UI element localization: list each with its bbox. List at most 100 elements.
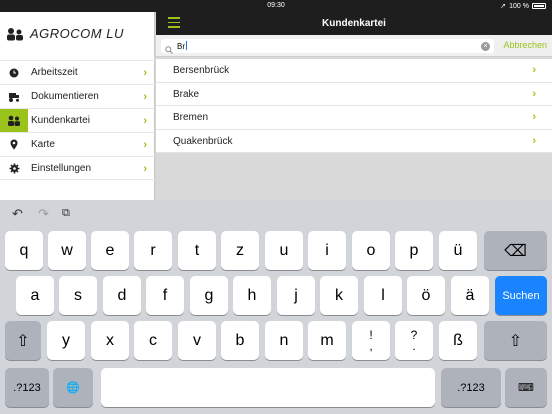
sidebar-item-arbeitszeit[interactable]: Arbeitszeit › bbox=[0, 60, 155, 84]
logo-icon bbox=[6, 27, 24, 41]
search-input[interactable]: Br × bbox=[161, 39, 494, 54]
key-z[interactable]: z bbox=[221, 231, 259, 270]
sidebar-item-label: Karte bbox=[31, 139, 55, 150]
key-oe[interactable]: ö bbox=[407, 276, 445, 315]
key-w[interactable]: w bbox=[48, 231, 86, 270]
chevron-right-icon: › bbox=[143, 163, 147, 175]
search-value: Br bbox=[177, 42, 185, 51]
key-m[interactable]: m bbox=[308, 321, 346, 360]
chevron-right-icon: › bbox=[143, 91, 147, 103]
status-right: ➚ 100 % bbox=[500, 2, 546, 10]
list-item[interactable]: Bersenbrück › bbox=[156, 59, 552, 83]
shift-key-right[interactable]: ⇧ bbox=[484, 321, 547, 360]
key-eszett[interactable]: ß bbox=[439, 321, 477, 360]
clear-search-icon[interactable]: × bbox=[481, 41, 490, 51]
key-stack: !, bbox=[369, 329, 372, 352]
undo-icon[interactable]: ↶ bbox=[12, 206, 23, 222]
app-root: 09:30 ➚ 100 % AGROCOM LU Arbeitszeit › D… bbox=[0, 0, 552, 414]
key-c[interactable]: c bbox=[134, 321, 172, 360]
logo-text: AGROCOM LU bbox=[30, 26, 124, 41]
key-f[interactable]: f bbox=[146, 276, 184, 315]
location-icon: ➚ bbox=[500, 3, 507, 10]
key-n[interactable]: n bbox=[265, 321, 303, 360]
results-list: Bersenbrück › Brake › Bremen › Quakenbrü… bbox=[156, 59, 552, 153]
status-bar: 09:30 ➚ 100 % bbox=[0, 0, 552, 12]
navbar: Kundenkartei bbox=[156, 12, 552, 35]
list-item[interactable]: Quakenbrück › bbox=[156, 129, 552, 153]
battery-icon bbox=[532, 3, 546, 9]
cancel-button[interactable]: Abbrechen bbox=[503, 40, 547, 50]
search-key[interactable]: Suchen bbox=[495, 276, 547, 315]
key-l[interactable]: l bbox=[364, 276, 402, 315]
numbers-key-right[interactable]: .?123 bbox=[441, 368, 501, 407]
sidebar-menu: Arbeitszeit › Dokumentieren › Kundenkart… bbox=[0, 60, 155, 180]
gear-icon bbox=[0, 156, 28, 180]
list-item[interactable]: Bremen › bbox=[156, 106, 552, 130]
key-k[interactable]: k bbox=[320, 276, 358, 315]
key-r[interactable]: r bbox=[134, 231, 172, 270]
battery-percent: 100 % bbox=[509, 2, 529, 10]
redo-icon[interactable]: ↷ bbox=[38, 206, 49, 222]
chevron-right-icon: › bbox=[532, 64, 536, 76]
sidebar-item-label: Kundenkartei bbox=[31, 115, 90, 126]
key-h[interactable]: h bbox=[233, 276, 271, 315]
clock-icon bbox=[0, 61, 28, 85]
key-bottom-char: . bbox=[412, 338, 416, 353]
search-icon bbox=[165, 41, 175, 54]
space-key[interactable] bbox=[101, 368, 435, 407]
paste-icon[interactable]: ⧉ bbox=[62, 207, 70, 220]
key-u[interactable]: u bbox=[265, 231, 303, 270]
key-q[interactable]: q bbox=[5, 231, 43, 270]
key-b[interactable]: b bbox=[221, 321, 259, 360]
key-t[interactable]: t bbox=[178, 231, 216, 270]
key-d[interactable]: d bbox=[103, 276, 141, 315]
key-a[interactable]: a bbox=[16, 276, 54, 315]
key-s[interactable]: s bbox=[59, 276, 97, 315]
chevron-right-icon: › bbox=[143, 115, 147, 127]
hide-keyboard-icon[interactable]: ⌨ bbox=[505, 368, 547, 407]
list-item-label: Brake bbox=[173, 88, 200, 100]
chevron-right-icon: › bbox=[532, 87, 536, 100]
search-value-wrap: Br bbox=[177, 41, 187, 51]
key-y[interactable]: y bbox=[47, 321, 85, 360]
map-pin-icon bbox=[0, 133, 28, 157]
sidebar-item-label: Arbeitszeit bbox=[31, 67, 78, 78]
sidebar-item-einstellungen[interactable]: Einstellungen › bbox=[0, 156, 155, 180]
key-question-period[interactable]: ?. bbox=[395, 321, 433, 360]
chevron-right-icon: › bbox=[532, 111, 536, 123]
sidebar-item-label: Einstellungen bbox=[31, 162, 92, 174]
text-caret bbox=[186, 41, 187, 50]
key-e[interactable]: e bbox=[91, 231, 129, 270]
list-item-label: Quakenbrück bbox=[173, 135, 233, 147]
key-j[interactable]: j bbox=[277, 276, 315, 315]
sidebar-item-karte[interactable]: Karte › bbox=[0, 132, 155, 156]
sidebar: AGROCOM LU Arbeitszeit › Dokumentieren › bbox=[0, 12, 155, 200]
key-exclaim-comma[interactable]: !, bbox=[352, 321, 390, 360]
list-item-label: Bersenbrück bbox=[173, 65, 230, 76]
status-time: 09:30 bbox=[267, 2, 285, 9]
sidebar-item-dokumentieren[interactable]: Dokumentieren › bbox=[0, 84, 155, 108]
key-stack: ?. bbox=[411, 329, 418, 353]
sidebar-item-label: Dokumentieren bbox=[31, 91, 99, 102]
key-p[interactable]: p bbox=[395, 231, 433, 270]
shift-key-left[interactable]: ⇧ bbox=[5, 321, 41, 360]
key-o[interactable]: o bbox=[352, 231, 390, 270]
key-i[interactable]: i bbox=[308, 231, 346, 270]
list-item[interactable]: Brake › bbox=[156, 82, 552, 106]
key-ae[interactable]: ä bbox=[451, 276, 489, 315]
chevron-right-icon: › bbox=[143, 67, 147, 79]
key-ue[interactable]: ü bbox=[439, 231, 477, 270]
keyboard-toolbar: ↶ ↷ ⧉ bbox=[0, 206, 100, 224]
numbers-key-left[interactable]: .?123 bbox=[5, 368, 49, 407]
backspace-key[interactable]: ⌫ bbox=[484, 231, 547, 270]
sidebar-item-kundenkartei[interactable]: Kundenkartei › bbox=[0, 108, 155, 133]
key-x[interactable]: x bbox=[91, 321, 129, 360]
key-g[interactable]: g bbox=[190, 276, 228, 315]
keyboard: ↶ ↷ ⧉ q w e r t z u i o p ü ⌫ a s d f g … bbox=[0, 200, 552, 414]
tractor-icon bbox=[0, 85, 28, 109]
search-bar: Br × Abbrechen bbox=[156, 35, 552, 57]
globe-icon[interactable]: 🌐 bbox=[53, 368, 93, 407]
key-v[interactable]: v bbox=[178, 321, 216, 360]
list-item-label: Bremen bbox=[173, 112, 209, 123]
people-icon bbox=[0, 108, 28, 133]
